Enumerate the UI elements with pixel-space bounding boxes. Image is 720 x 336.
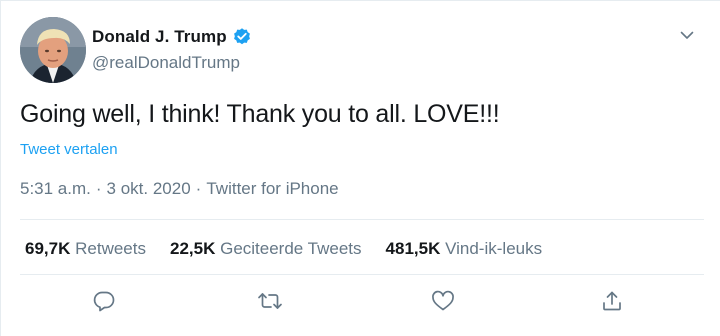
author-name-row: Donald J. Trump	[92, 27, 252, 47]
tweet-time[interactable]: 5:31 a.m.	[20, 179, 91, 198]
stat-count: 69,7K	[25, 239, 71, 258]
stats-row: 69,7K Retweets 22,5K Geciteerde Tweets 4…	[25, 239, 566, 259]
heart-icon[interactable]	[425, 283, 461, 319]
translate-tweet-link[interactable]: Tweet vertalen	[20, 141, 118, 158]
tweet-date[interactable]: 3 okt. 2020	[107, 179, 191, 198]
divider	[20, 219, 704, 220]
action-bar	[0, 283, 720, 323]
stat-count: 481,5K	[385, 239, 441, 258]
verified-badge-icon	[232, 27, 252, 47]
stat-quote-tweets[interactable]: 22,5K Geciteerde Tweets	[170, 239, 362, 259]
reply-icon[interactable]	[86, 283, 122, 319]
stat-likes[interactable]: 481,5K Vind-ik-leuks	[386, 239, 543, 259]
display-name[interactable]: Donald J. Trump	[92, 27, 227, 47]
handle[interactable]: @realDonaldTrump	[92, 53, 240, 73]
tweet-source[interactable]: Twitter for iPhone	[206, 179, 338, 198]
stat-label: Vind-ik-leuks	[445, 239, 543, 258]
stat-label: Retweets	[75, 239, 146, 258]
stat-label: Geciteerde Tweets	[220, 239, 362, 258]
top-border	[0, 0, 720, 1]
meta-separator: ·	[195, 179, 202, 198]
avatar[interactable]	[20, 17, 86, 83]
stat-count: 22,5K	[169, 239, 216, 258]
meta-separator: ·	[95, 179, 102, 198]
tweet-text: Going well, I think! Thank you to all. L…	[20, 100, 500, 128]
stat-retweets[interactable]: 69,7K Retweets	[25, 239, 146, 259]
tweet-meta: 5:31 a.m. · 3 okt. 2020 · Twitter for iPhone	[20, 179, 339, 199]
chevron-down-icon[interactable]	[676, 24, 698, 46]
divider	[20, 274, 704, 275]
retweet-icon[interactable]	[252, 283, 288, 319]
share-icon[interactable]	[594, 283, 630, 319]
